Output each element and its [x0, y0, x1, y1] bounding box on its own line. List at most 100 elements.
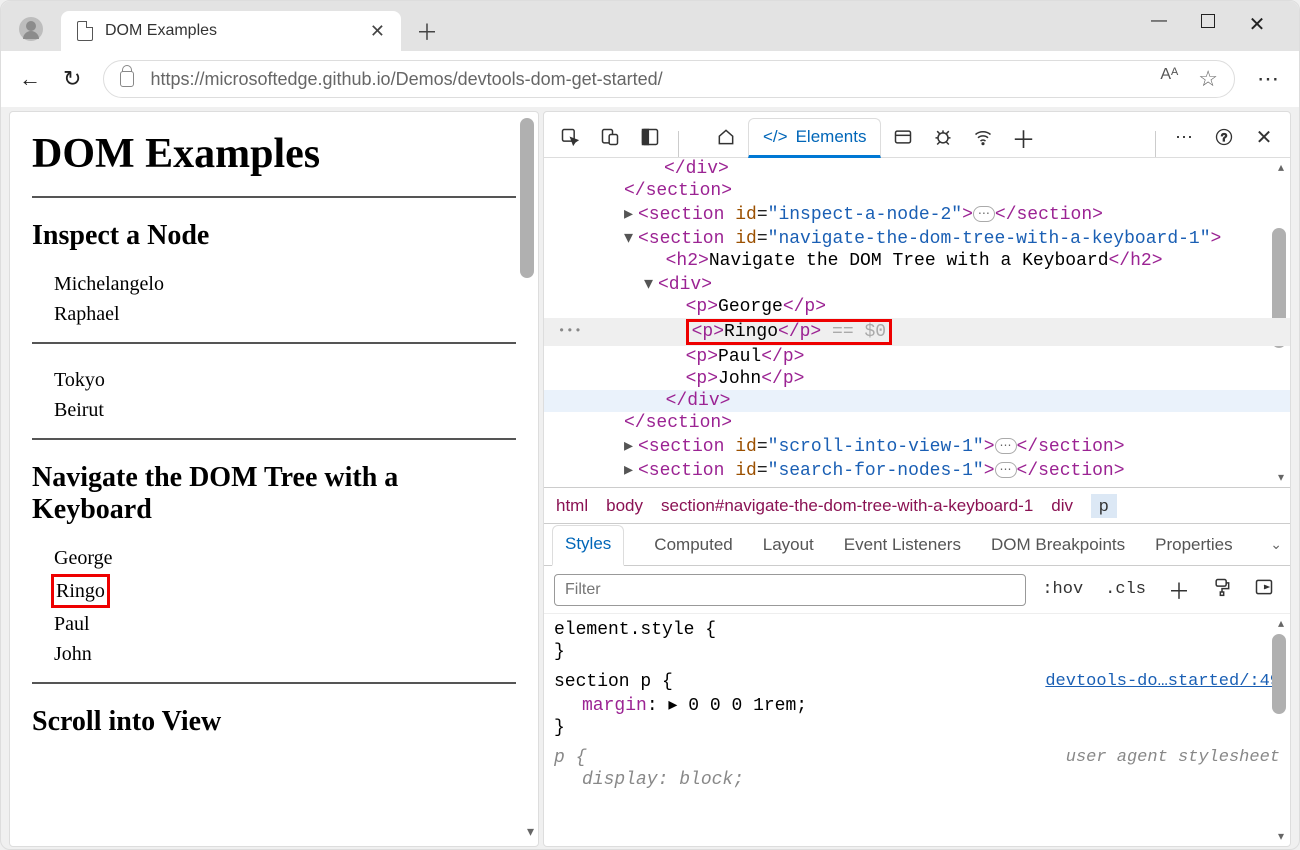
more-tools-icon[interactable]: ＋: [1005, 117, 1041, 157]
page-scroll-down-arrow[interactable]: ▾: [527, 823, 534, 840]
address-bar[interactable]: https://microsoftedge.github.io/Demos/de…: [103, 60, 1235, 98]
scroll-down-arrow[interactable]: ▾: [1278, 470, 1284, 485]
maximize-button[interactable]: [1201, 14, 1215, 28]
browser-titlebar: DOM Examples ✕ ＋ — ✕: [1, 1, 1299, 51]
css-rule[interactable]: devtools-do…started/:49section p {: [554, 672, 1280, 692]
document-icon: [77, 21, 93, 41]
devtools-pane: </> Elements ＋ ⋯ ? ✕ ▴ ▾ </div> </sectio…: [543, 111, 1291, 847]
crumb-active[interactable]: p: [1091, 494, 1116, 518]
browser-menu-icon[interactable]: ⋯: [1257, 66, 1281, 92]
divider: [32, 682, 516, 684]
crumb[interactable]: body: [606, 496, 643, 516]
properties-tab[interactable]: Properties: [1155, 535, 1232, 555]
computed-tab[interactable]: Computed: [654, 535, 732, 555]
cls-toggle[interactable]: .cls: [1099, 576, 1152, 603]
scroll-up-arrow[interactable]: ▴: [1278, 160, 1284, 175]
dom-breadcrumbs: html body section#navigate-the-dom-tree-…: [544, 488, 1290, 524]
welcome-icon[interactable]: [708, 117, 744, 157]
devtools-toolbar: </> Elements ＋ ⋯ ? ✕: [544, 112, 1290, 158]
page-h1: DOM Examples: [32, 130, 516, 178]
styles-subpanel-tabs: Styles Computed Layout Event Listeners D…: [544, 524, 1290, 566]
sources-icon[interactable]: [885, 117, 921, 157]
elements-tab[interactable]: </> Elements: [748, 118, 881, 158]
paint-icon[interactable]: [1206, 573, 1238, 607]
scroll-down-arrow[interactable]: ▾: [1278, 829, 1284, 844]
css-declaration[interactable]: display: block;: [554, 770, 1280, 790]
css-rule[interactable]: element.style {: [554, 620, 1280, 640]
page-scrollbar[interactable]: [520, 118, 534, 278]
read-aloud-icon[interactable]: Aᴬ: [1160, 66, 1178, 92]
hov-toggle[interactable]: :hov: [1036, 576, 1089, 603]
back-button[interactable]: ←: [19, 66, 41, 92]
network-icon[interactable]: [965, 117, 1001, 157]
section2-title: Navigate the DOM Tree with a Keyboard: [32, 462, 516, 526]
tab-close-icon[interactable]: ✕: [370, 21, 385, 42]
dom-line[interactable]: </section>: [544, 412, 1290, 434]
close-window-button[interactable]: ✕: [1247, 12, 1267, 37]
css-rule[interactable]: user agent stylesheetp {: [554, 748, 1280, 768]
browser-toolbar: ← ↻ https://microsoftedge.github.io/Demo…: [1, 51, 1299, 107]
device-emulation-icon[interactable]: [592, 117, 628, 157]
styles-toolbar: :hov .cls ＋: [544, 566, 1290, 614]
bug-icon[interactable]: [925, 117, 961, 157]
list-item: George: [54, 544, 516, 572]
list-item-highlighted: Ringo: [54, 574, 516, 608]
scroll-up-arrow[interactable]: ▴: [1278, 616, 1284, 631]
section3-title: Scroll into View: [32, 706, 516, 738]
dom-line[interactable]: <p>John</p>: [544, 368, 1290, 390]
url-text: https://microsoftedge.github.io/Demos/de…: [150, 69, 662, 90]
dock-side-icon[interactable]: [632, 117, 668, 157]
dom-line[interactable]: ▾<div>: [544, 272, 1290, 296]
css-rule[interactable]: }: [554, 642, 1280, 662]
refresh-button[interactable]: ↻: [63, 66, 81, 92]
dom-line-selected[interactable]: <p>Ringo</p> == $0: [544, 318, 1290, 346]
list-item: John: [54, 640, 516, 668]
dom-tree[interactable]: ▴ ▾ </div> </section> ▸<section id="insp…: [544, 158, 1290, 488]
section1-title: Inspect a Node: [32, 220, 516, 252]
dom-line[interactable]: </section>: [544, 180, 1290, 202]
new-tab-button[interactable]: ＋: [409, 13, 445, 49]
dom-line[interactable]: ▾<section id="navigate-the-dom-tree-with…: [544, 226, 1290, 250]
dom-breakpoints-tab[interactable]: DOM Breakpoints: [991, 535, 1125, 555]
crumb[interactable]: html: [556, 496, 588, 516]
css-declaration[interactable]: margin: ▸ 0 0 0 1rem;: [554, 694, 1280, 716]
dom-line[interactable]: ▸<section id="scroll-into-view-1">⋯</sec…: [544, 434, 1290, 458]
window-controls: — ✕: [1149, 12, 1287, 51]
inspect-element-icon[interactable]: [552, 117, 588, 157]
browser-tab[interactable]: DOM Examples ✕: [61, 11, 401, 51]
styles-tab[interactable]: Styles: [552, 525, 624, 566]
ua-label: user agent stylesheet: [1066, 748, 1280, 767]
help-icon[interactable]: ?: [1206, 117, 1242, 157]
dom-line[interactable]: <p>Paul</p>: [544, 346, 1290, 368]
styles-filter-input[interactable]: [554, 574, 1026, 606]
chevron-down-icon[interactable]: ⌄: [1270, 536, 1282, 553]
list-item: Beirut: [54, 396, 516, 424]
profile-avatar[interactable]: [19, 17, 43, 41]
minimize-button[interactable]: —: [1149, 12, 1169, 37]
layout-tab[interactable]: Layout: [763, 535, 814, 555]
divider: [32, 342, 516, 344]
dom-line[interactable]: <h2>Navigate the DOM Tree with a Keyboar…: [544, 250, 1290, 272]
dom-line[interactable]: ▸<section id="search-for-nodes-1">⋯</sec…: [544, 458, 1290, 482]
event-listeners-tab[interactable]: Event Listeners: [844, 535, 961, 555]
tab-title: DOM Examples: [105, 22, 358, 40]
dom-line[interactable]: <p>George</p>: [544, 296, 1290, 318]
code-icon: </>: [763, 127, 788, 147]
close-devtools-icon[interactable]: ✕: [1246, 117, 1282, 157]
dom-line[interactable]: </div>: [544, 390, 1290, 412]
favorite-icon[interactable]: ☆: [1198, 66, 1218, 92]
lock-icon: [120, 71, 134, 87]
list-item: Raphael: [54, 300, 516, 328]
dom-line[interactable]: ▸<section id="inspect-a-node-2">⋯</secti…: [544, 202, 1290, 226]
computed-toggle-icon[interactable]: [1248, 573, 1280, 607]
styles-scrollbar[interactable]: [1272, 634, 1286, 714]
divider: [32, 438, 516, 440]
crumb[interactable]: section#navigate-the-dom-tree-with-a-key…: [661, 496, 1033, 516]
list-item: Michelangelo: [54, 270, 516, 298]
crumb[interactable]: div: [1051, 496, 1073, 516]
settings-menu-icon[interactable]: ⋯: [1166, 117, 1202, 157]
css-rule[interactable]: }: [554, 718, 1280, 738]
source-link[interactable]: devtools-do…started/:49: [1045, 672, 1280, 691]
new-style-rule-icon[interactable]: ＋: [1162, 570, 1196, 610]
dom-line[interactable]: </div>: [544, 158, 1290, 180]
